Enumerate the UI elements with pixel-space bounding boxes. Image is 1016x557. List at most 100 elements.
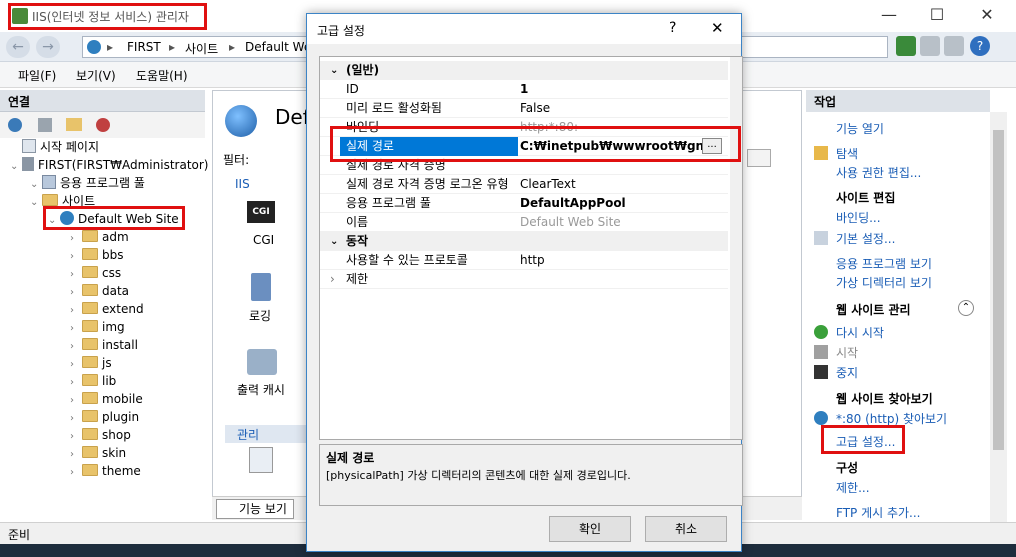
action-link[interactable]: 고급 설정... bbox=[836, 433, 895, 450]
folder-icon bbox=[42, 194, 58, 206]
expand-icon[interactable]: ⌄ bbox=[30, 194, 42, 212]
group-by-icon[interactable] bbox=[747, 149, 771, 167]
maximize-button[interactable]: ☐ bbox=[914, 0, 960, 32]
connect-icon[interactable] bbox=[8, 118, 22, 132]
property-value[interactable]: ClearText bbox=[520, 175, 725, 194]
cancel-button[interactable]: 취소 bbox=[645, 516, 727, 542]
property-row[interactable]: 실제 경로 자격 증명 로그온 유형 ClearText bbox=[320, 175, 728, 194]
back-button[interactable]: ← bbox=[6, 36, 30, 58]
collapse-icon[interactable]: ⌃ bbox=[958, 300, 974, 316]
property-value[interactable]: 1 bbox=[520, 80, 725, 99]
breadcrumb-sep: ▸ bbox=[229, 40, 236, 54]
breadcrumb-sites[interactable]: 사이트 bbox=[185, 40, 218, 57]
collapse-icon[interactable]: ⌄ bbox=[330, 232, 338, 251]
property-scrollbar[interactable] bbox=[730, 57, 742, 439]
close-button[interactable]: ✕ bbox=[964, 0, 1010, 32]
tree-item[interactable]: ⌄ 사이트 bbox=[30, 192, 95, 210]
feature-output-cache[interactable]: 출력 캐시 bbox=[237, 381, 285, 398]
feature-logging[interactable]: 로깅 bbox=[249, 307, 271, 324]
action-link[interactable]: 중지 bbox=[836, 364, 858, 381]
tree-item[interactable]: › skin bbox=[70, 444, 126, 462]
tree-item[interactable]: › img bbox=[70, 318, 125, 336]
action-link[interactable]: 응용 프로그램 보기 bbox=[836, 255, 932, 272]
home-icon[interactable] bbox=[944, 36, 964, 56]
property-row[interactable]: 실제 경로 C:₩inetpub₩wwwroot₩gnu... bbox=[320, 137, 728, 156]
save-icon[interactable] bbox=[38, 118, 52, 132]
action-link[interactable]: 기본 설정... bbox=[836, 230, 895, 247]
dialog-close-button[interactable]: ✕ bbox=[711, 19, 724, 37]
tree-item[interactable]: › install bbox=[70, 336, 138, 354]
logging-icon[interactable] bbox=[251, 273, 271, 301]
ok-button[interactable]: 확인 bbox=[549, 516, 631, 542]
tree-item[interactable]: › data bbox=[70, 282, 129, 300]
scroll-thumb[interactable] bbox=[993, 130, 1004, 450]
action-link[interactable]: 가상 디렉터리 보기 bbox=[836, 274, 932, 291]
tree-item[interactable]: ⌄ 응용 프로그램 풀 bbox=[30, 174, 145, 192]
tree-item[interactable]: ⌄ Default Web Site bbox=[48, 210, 179, 228]
property-group[interactable]: ⌄ (일반) bbox=[320, 61, 728, 80]
menu-help[interactable]: 도움말(H) bbox=[136, 67, 188, 84]
tree-item[interactable]: ⌄ FIRST(FIRST₩Administrator) bbox=[10, 156, 208, 174]
tree-item[interactable]: › plugin bbox=[70, 408, 139, 426]
property-row[interactable]: 사용할 수 있는 프로토콜 http bbox=[320, 251, 728, 270]
tree-item[interactable]: › lib bbox=[70, 372, 116, 390]
tree-item[interactable]: › bbs bbox=[70, 246, 124, 264]
help-icon[interactable]: ? bbox=[970, 36, 990, 56]
property-group[interactable]: ⌄ 동작 bbox=[320, 232, 728, 251]
breadcrumb-server[interactable]: FIRST bbox=[127, 40, 161, 54]
property-row[interactable]: 이름 Default Web Site bbox=[320, 213, 728, 232]
config-editor-icon[interactable] bbox=[249, 447, 273, 473]
property-row[interactable]: ID 1 bbox=[320, 80, 728, 99]
property-row[interactable]: 미리 로드 활성화됨 False bbox=[320, 99, 728, 118]
expand-icon[interactable]: ⌄ bbox=[48, 212, 60, 230]
tree-item[interactable]: › adm bbox=[70, 228, 129, 246]
action-link[interactable]: 기능 열기 bbox=[836, 120, 884, 137]
tree-item[interactable]: › css bbox=[70, 264, 121, 282]
property-row[interactable]: 응용 프로그램 풀 DefaultAppPool bbox=[320, 194, 728, 213]
action-link[interactable]: 바인딩... bbox=[836, 209, 881, 226]
tab-features-view[interactable]: 기능 보기 bbox=[216, 499, 294, 519]
minimize-button[interactable]: — bbox=[866, 0, 912, 32]
tree-item[interactable]: › shop bbox=[70, 426, 131, 444]
property-value[interactable]: False bbox=[520, 99, 725, 118]
menu-view[interactable]: 보기(V) bbox=[76, 67, 116, 84]
forward-button[interactable]: → bbox=[36, 36, 60, 58]
refresh-icon[interactable] bbox=[896, 36, 916, 56]
tree-item[interactable]: › mobile bbox=[70, 390, 143, 408]
cgi-icon[interactable]: CGI bbox=[247, 201, 275, 223]
globe-icon bbox=[225, 105, 257, 137]
action-link[interactable]: 제한... bbox=[836, 479, 870, 496]
actions-scrollbar[interactable] bbox=[990, 112, 1007, 522]
action-link[interactable]: 다시 시작 bbox=[836, 324, 884, 341]
action-link[interactable]: 사용 권한 편집... bbox=[836, 164, 921, 181]
property-row[interactable]: › 제한 bbox=[320, 270, 728, 289]
browse-path-button[interactable]: ... bbox=[702, 138, 722, 154]
dialog-help-button[interactable]: ? bbox=[669, 20, 676, 36]
property-value[interactable]: http bbox=[520, 251, 725, 270]
feature-cgi[interactable]: CGI bbox=[253, 233, 274, 247]
property-row[interactable]: 실제 경로 자격 증명 bbox=[320, 156, 728, 175]
expand-icon[interactable]: › bbox=[70, 464, 82, 482]
action-link[interactable]: FTP 게시 추가... bbox=[836, 504, 921, 521]
expand-icon[interactable]: ⌄ bbox=[10, 158, 22, 176]
up-folder-icon[interactable] bbox=[66, 118, 82, 131]
folder-icon bbox=[82, 338, 98, 350]
collapse-icon[interactable]: ⌄ bbox=[330, 61, 338, 80]
iis-app-icon bbox=[12, 8, 28, 24]
property-value[interactable]: DefaultAppPool bbox=[520, 194, 725, 213]
expand-icon[interactable]: › bbox=[330, 270, 335, 289]
tree-item[interactable]: › js bbox=[70, 354, 112, 372]
tree-item[interactable]: › theme bbox=[70, 462, 141, 480]
action-link[interactable]: *:80 (http) 찾아보기 bbox=[836, 410, 947, 427]
property-value[interactable]: C:₩inetpub₩wwwroot₩gnu bbox=[520, 137, 725, 156]
action-link[interactable]: 탐색 bbox=[836, 145, 858, 162]
disconnect-icon[interactable] bbox=[96, 118, 110, 132]
output-cache-icon[interactable] bbox=[247, 349, 277, 375]
property-row[interactable]: 바인딩 http:*:80: bbox=[320, 118, 728, 137]
action-heading: 웹 사이트 찾아보기 bbox=[836, 392, 933, 406]
tree-item[interactable]: › extend bbox=[70, 300, 144, 318]
stop-icon[interactable] bbox=[920, 36, 940, 56]
menu-file[interactable]: 파일(F) bbox=[18, 67, 56, 84]
description-text: [physicalPath] 가상 디렉터리의 콘텐츠에 대한 실제 경로입니다… bbox=[326, 469, 631, 482]
tree-item[interactable]: 시작 페이지 bbox=[10, 138, 99, 156]
